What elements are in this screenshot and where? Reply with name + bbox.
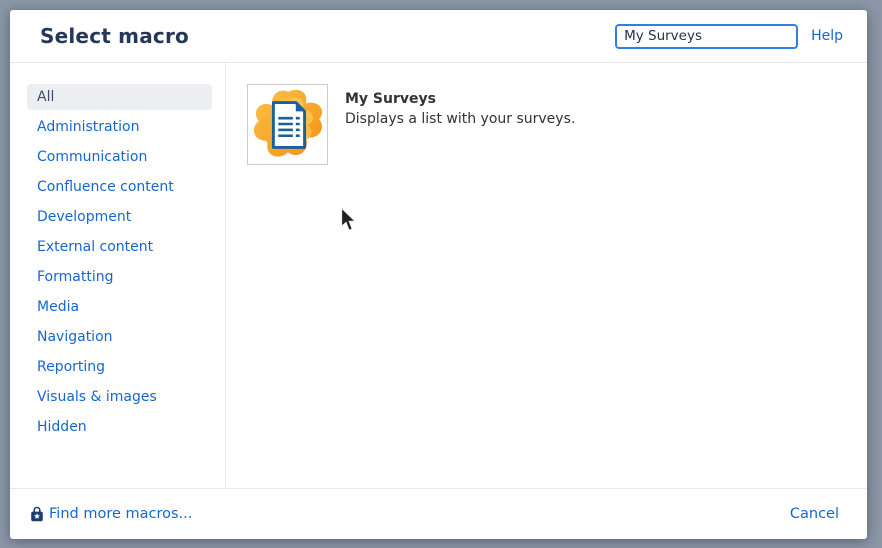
help-link[interactable]: Help [811,28,843,44]
select-macro-dialog: Select macro Help All Administration Com… [10,10,867,539]
sidebar-item-confluence-content[interactable]: Confluence content [27,174,212,200]
sidebar-item-reporting[interactable]: Reporting [27,354,212,380]
category-list: All Administration Communication Conflue… [27,84,212,440]
dialog-header: Select macro Help [10,10,867,63]
surveys-macro-icon [249,86,327,164]
sidebar-item-administration[interactable]: Administration [27,114,212,140]
dialog-title: Select macro [40,24,615,48]
dialog-footer: Find more macros... Cancel [10,488,867,539]
macro-search-input[interactable] [615,24,798,49]
dimmed-page-overlay: { "dialog": { "title": "Select macro" },… [0,0,882,548]
macro-description: Displays a list with your surveys. [345,111,575,127]
macro-icon-frame [247,84,328,165]
macro-results-panel: My Surveys Displays a list with your sur… [226,63,867,488]
cancel-button[interactable]: Cancel [790,506,839,522]
sidebar-item-communication[interactable]: Communication [27,144,212,170]
macro-title: My Surveys [345,91,575,107]
sidebar-item-development[interactable]: Development [27,204,212,230]
macro-list-item[interactable]: My Surveys Displays a list with your sur… [247,84,847,165]
find-more-macros-label: Find more macros... [49,506,192,522]
sidebar-item-formatting[interactable]: Formatting [27,264,212,290]
marketplace-bag-icon [30,506,44,522]
sidebar-item-all[interactable]: All [27,84,212,110]
macro-text-block: My Surveys Displays a list with your sur… [328,84,575,127]
dialog-body: All Administration Communication Conflue… [10,63,867,488]
category-sidebar: All Administration Communication Conflue… [10,63,226,488]
sidebar-item-navigation[interactable]: Navigation [27,324,212,350]
sidebar-item-hidden[interactable]: Hidden [27,414,212,440]
find-more-macros-link[interactable]: Find more macros... [30,506,192,522]
sidebar-item-external-content[interactable]: External content [27,234,212,260]
sidebar-item-visuals-images[interactable]: Visuals & images [27,384,212,410]
sidebar-item-media[interactable]: Media [27,294,212,320]
